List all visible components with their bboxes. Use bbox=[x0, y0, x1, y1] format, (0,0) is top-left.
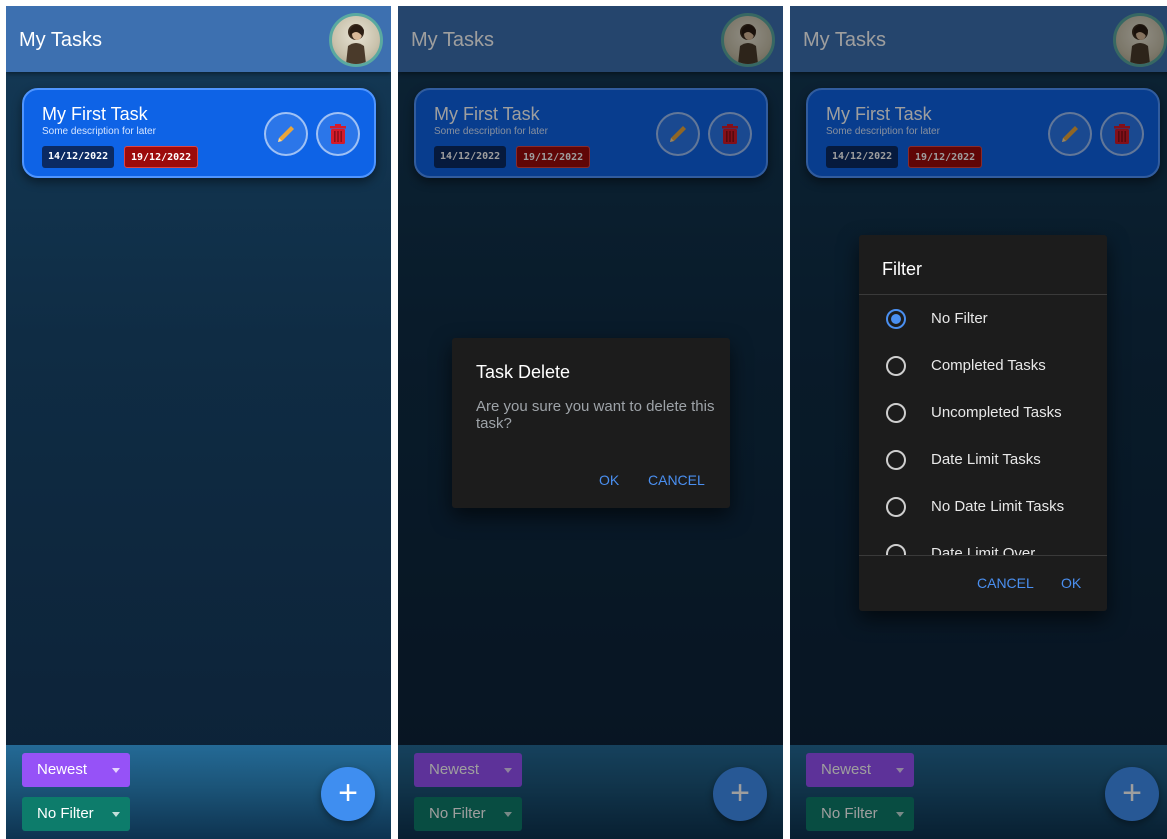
task-description: Some description for later bbox=[42, 126, 156, 137]
filter-option-label: Date Limit Over bbox=[931, 545, 1036, 555]
task-card[interactable]: My First Task Some description for later… bbox=[22, 88, 376, 178]
bottom-bar: Newest No Filter + bbox=[6, 745, 391, 839]
filter-option[interactable]: Completed Tasks bbox=[859, 342, 1107, 389]
pencil-icon bbox=[278, 126, 294, 142]
app-bar: My Tasks bbox=[6, 6, 391, 72]
delete-dialog: Task Delete Are you sure you want to del… bbox=[452, 338, 730, 508]
edit-task-button[interactable] bbox=[264, 112, 308, 156]
radio-unselected-icon[interactable] bbox=[886, 450, 906, 470]
radio-selected-icon[interactable] bbox=[886, 309, 906, 329]
radio-unselected-icon[interactable] bbox=[886, 497, 906, 517]
trash-icon bbox=[330, 124, 346, 144]
ok-button[interactable]: OK bbox=[1061, 575, 1081, 591]
screen-delete-dialog: My Tasks My First Task Some description … bbox=[398, 6, 783, 839]
filter-option[interactable]: Date Limit Tasks bbox=[859, 436, 1107, 483]
filter-dropdown-label: No Filter bbox=[37, 805, 94, 822]
sort-dropdown-label: Newest bbox=[37, 761, 88, 778]
filter-option[interactable]: No Filter bbox=[859, 295, 1107, 342]
add-task-button[interactable]: + bbox=[321, 767, 375, 821]
screen-task-list: My Tasks My First Task Some description … bbox=[6, 6, 391, 839]
dialog-title: Filter bbox=[882, 259, 922, 279]
radio-unselected-icon[interactable] bbox=[886, 403, 906, 423]
chevron-down-icon bbox=[112, 768, 120, 773]
filter-option-label: Uncompleted Tasks bbox=[931, 404, 1062, 421]
filter-option[interactable]: No Date Limit Tasks bbox=[859, 483, 1107, 530]
screen-filter-dialog: My Tasks My First Task Some description … bbox=[790, 6, 1167, 839]
avatar[interactable] bbox=[329, 13, 383, 67]
task-title: My First Task bbox=[42, 104, 148, 124]
filter-option-label: Completed Tasks bbox=[931, 357, 1046, 374]
filter-option[interactable]: Date Limit Over bbox=[859, 530, 1107, 555]
chevron-down-icon bbox=[112, 812, 120, 817]
ok-button[interactable]: OK bbox=[599, 472, 619, 488]
divider bbox=[859, 555, 1107, 556]
filter-option[interactable]: Uncompleted Tasks bbox=[859, 389, 1107, 436]
end-date-chip: 19/12/2022 bbox=[124, 146, 199, 168]
filter-option-label: No Filter bbox=[931, 310, 988, 327]
cancel-button[interactable]: CANCEL bbox=[977, 575, 1034, 591]
filter-dialog: Filter No Filter Completed Tasks Uncompl… bbox=[859, 235, 1107, 611]
filter-dropdown[interactable]: No Filter bbox=[22, 797, 130, 831]
radio-unselected-icon[interactable] bbox=[886, 544, 906, 555]
plus-icon: + bbox=[338, 774, 358, 812]
cancel-button[interactable]: CANCEL bbox=[648, 472, 705, 488]
dialog-title: Task Delete bbox=[476, 362, 571, 382]
app-title: My Tasks bbox=[19, 29, 102, 51]
avatar-image bbox=[346, 24, 366, 64]
dialog-message: Are you sure you want to delete this tas… bbox=[476, 398, 715, 432]
filter-option-list[interactable]: No Filter Completed Tasks Uncompleted Ta… bbox=[859, 295, 1107, 555]
sort-dropdown[interactable]: Newest bbox=[22, 753, 130, 787]
delete-task-button[interactable] bbox=[316, 112, 360, 156]
radio-unselected-icon[interactable] bbox=[886, 356, 906, 376]
start-date-chip: 14/12/2022 bbox=[42, 146, 115, 168]
filter-option-label: No Date Limit Tasks bbox=[931, 498, 1065, 515]
filter-option-label: Date Limit Tasks bbox=[931, 451, 1041, 468]
